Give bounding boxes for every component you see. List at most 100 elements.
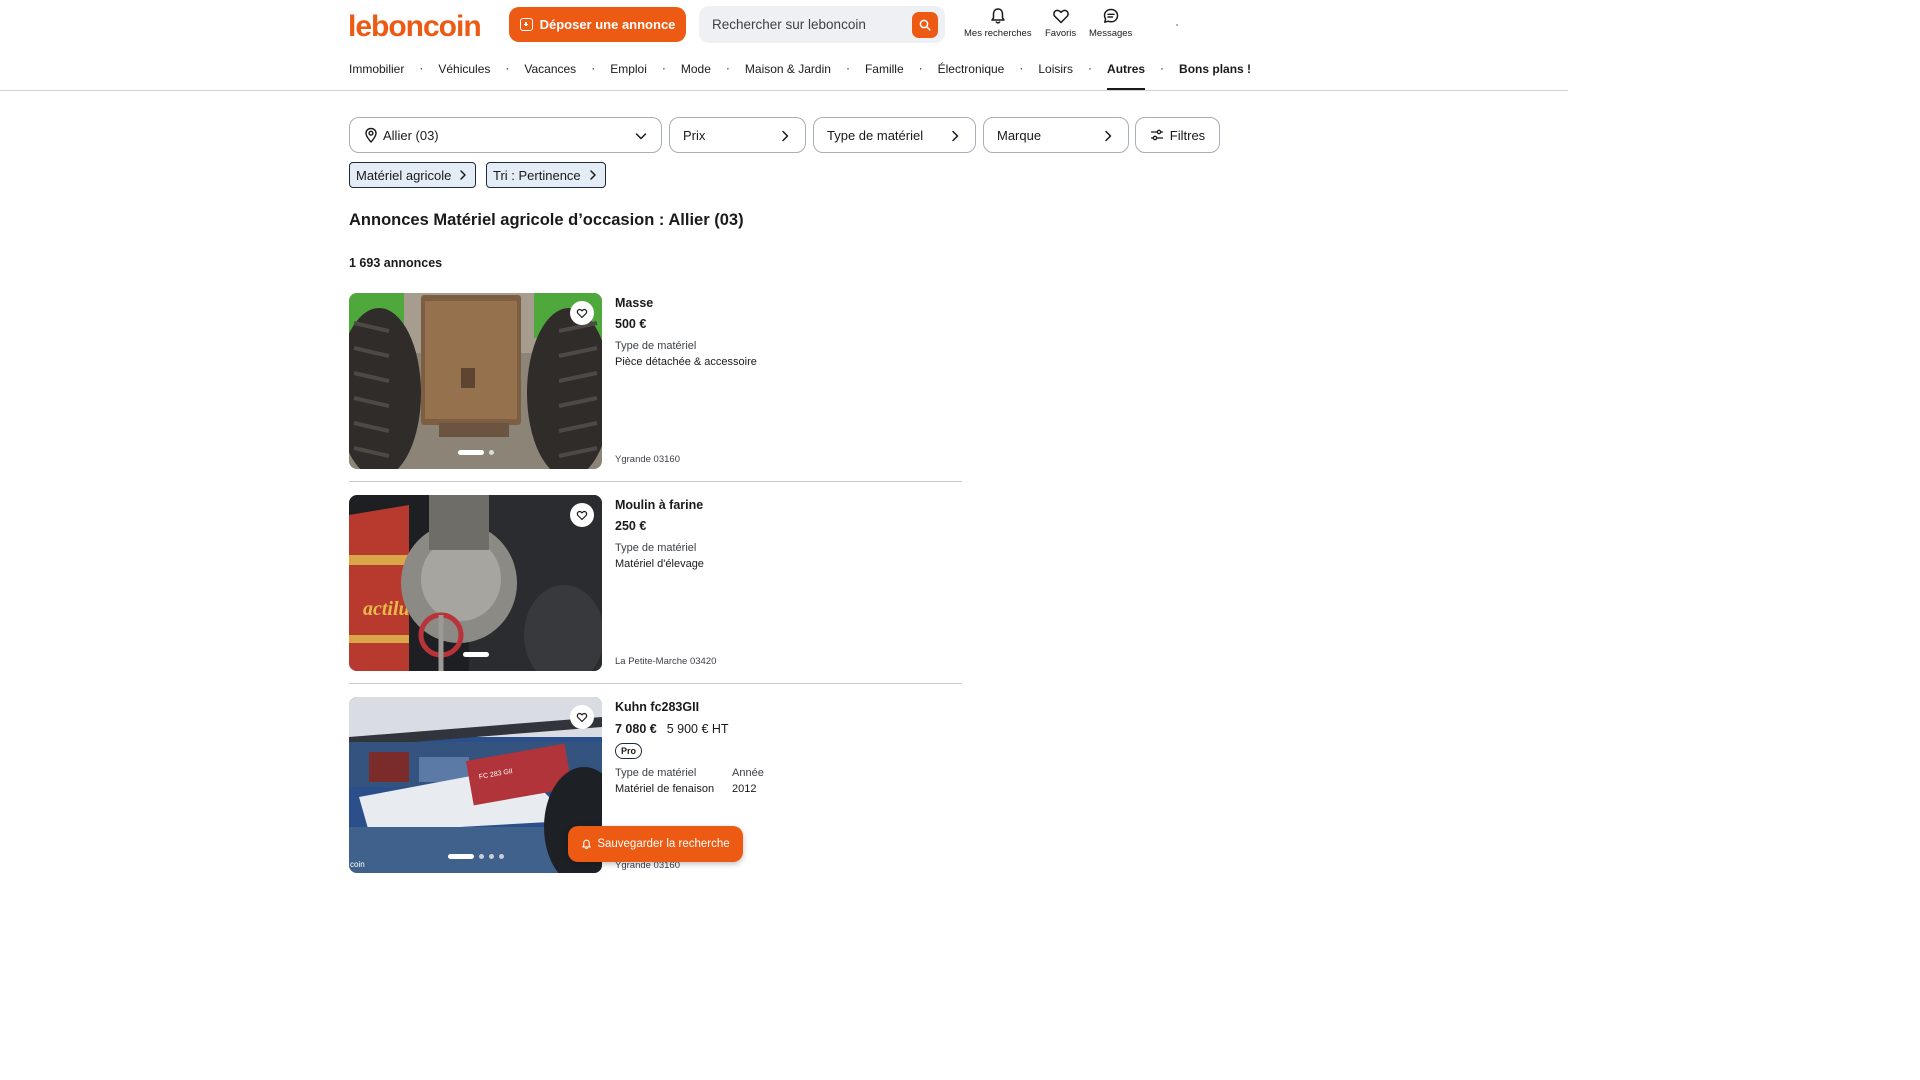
account-placeholder (1176, 24, 1178, 26)
bell-icon (582, 839, 592, 849)
messages-label: Messages (1089, 28, 1133, 39)
more-filters-button[interactable]: Filtres (1135, 117, 1220, 153)
attribute-key: Type de matériel (615, 767, 697, 779)
type-filter[interactable]: Type de matériel (813, 117, 976, 153)
favorite-button[interactable] (570, 503, 594, 527)
price-filter-label: Prix (683, 127, 706, 143)
deposit-ad-label: Déposer une annonce (539, 17, 676, 32)
listing-title[interactable]: Masse (615, 296, 653, 310)
heart-icon (576, 308, 588, 319)
attribute-key: Type de matériel (615, 542, 697, 554)
separator: · (591, 61, 596, 75)
listing-price: 7 080 € (615, 722, 657, 736)
attribute-value: Matériel d'élevage (615, 558, 704, 570)
svg-text:coin: coin (350, 860, 365, 869)
photo-pagination (349, 854, 602, 859)
site-header: leboncoin Déposer une annonce Mes recher… (0, 0, 1568, 91)
heart-icon (1052, 9, 1069, 24)
chat-icon (1103, 8, 1118, 23)
heart-icon (576, 712, 588, 723)
category-immobilier[interactable]: Immobilier (349, 62, 404, 90)
my-searches-link[interactable]: Mes recherches (964, 7, 1032, 39)
listing-price-group: 7 080 € 5 900 € HT (615, 722, 729, 736)
svg-text:actilu: actilu (363, 598, 410, 620)
attribute-key: Type de matériel (615, 340, 697, 352)
chevron-right-icon (782, 130, 789, 142)
listing-price-ht: 5 900 € HT (666, 722, 729, 736)
sort-chip-label: Tri : Pertinence (493, 167, 581, 183)
heart-icon (576, 510, 588, 521)
listing-location: Ygrande 03160 (615, 454, 680, 465)
separator: · (419, 61, 424, 75)
separator: · (918, 61, 923, 75)
listing-photo[interactable]: FC 283 GII coin (349, 697, 602, 873)
separator: · (505, 61, 510, 75)
separator: · (1160, 61, 1165, 75)
listing-card[interactable]: actilu Moulin à farine 250 € Type de mat… (349, 495, 962, 671)
separator: · (1088, 61, 1093, 75)
plus-square-icon (519, 18, 533, 31)
results-count: 1 693 annonces (349, 256, 443, 270)
location-filter[interactable]: Allier (03) (349, 117, 662, 153)
photo-dot (457, 450, 484, 455)
category-famille[interactable]: Famille (865, 62, 904, 90)
more-filters-label: Filtres (1169, 127, 1206, 143)
photo-dot (478, 854, 484, 859)
category-loisirs[interactable]: Loisirs (1038, 62, 1073, 90)
attribute-value: 2012 (732, 783, 757, 795)
listing-info: Masse 500 € Type de matériel Pièce détac… (615, 293, 955, 469)
attribute-value: Pièce détachée & accessoire (615, 356, 757, 368)
category-maison-jardin[interactable]: Maison & Jardin (745, 62, 831, 90)
search-input[interactable] (712, 6, 902, 43)
favorites-label: Favoris (1045, 28, 1077, 39)
separator: · (1019, 61, 1024, 75)
brand-filter-label: Marque (997, 127, 1042, 143)
listing-title[interactable]: Kuhn fc283GII (615, 700, 699, 714)
chevron-down-icon (635, 133, 647, 140)
favorite-button[interactable] (570, 705, 594, 729)
leboncoin-logo[interactable]: leboncoin (348, 10, 482, 44)
location-pin-icon (365, 127, 377, 143)
listing-attribute: Type de matériel Matériel d'élevage (615, 540, 704, 572)
category-chip-label: Matériel agricole (356, 167, 452, 183)
deposit-ad-button[interactable]: Déposer une annonce (509, 7, 686, 42)
divider (349, 481, 962, 482)
category-emploi[interactable]: Emploi (610, 62, 647, 90)
category-vacances[interactable]: Vacances (524, 62, 576, 90)
separator: · (845, 61, 850, 75)
listing-title[interactable]: Moulin à farine (615, 498, 703, 512)
favorites-link[interactable]: Favoris (1045, 7, 1076, 39)
listing-photo[interactable] (349, 293, 602, 469)
listing-card[interactable]: Masse 500 € Type de matériel Pièce détac… (349, 293, 962, 469)
listing-attribute: Type de matériel Matériel de fenaison (615, 765, 714, 797)
search-icon (919, 19, 931, 31)
chevron-right-icon (460, 170, 467, 180)
attribute-value: Matériel de fenaison (615, 783, 715, 795)
photo-dot (462, 652, 489, 657)
save-search-button[interactable]: Sauvegarder la recherche (568, 826, 743, 862)
chevron-right-icon (952, 130, 959, 142)
favorite-button[interactable] (570, 301, 594, 325)
category-mode[interactable]: Mode (681, 62, 711, 90)
sliders-icon (1150, 129, 1163, 141)
category-bons-plans[interactable]: Bons plans ! (1179, 62, 1251, 90)
chevron-right-icon (1105, 130, 1112, 142)
search-bar (699, 6, 945, 43)
brand-filter[interactable]: Marque (983, 117, 1129, 153)
listing-price: 250 € (615, 519, 647, 533)
page-title: Annonces Matériel agricole d’occasion : … (349, 211, 744, 229)
messages-link[interactable]: Messages (1089, 7, 1132, 39)
listing-price: 500 € (615, 317, 647, 331)
type-filter-label: Type de matériel (827, 127, 924, 143)
photo-dot (447, 854, 474, 859)
save-search-label: Sauvegarder la recherche (597, 838, 730, 850)
search-button[interactable] (912, 12, 938, 38)
category-chip[interactable]: Matériel agricole (349, 162, 477, 188)
sort-chip[interactable]: Tri : Pertinence (486, 162, 606, 188)
category-vehicules[interactable]: Véhicules (438, 62, 490, 90)
mower-photo: FC 283 GII coin (349, 697, 602, 873)
price-filter[interactable]: Prix (669, 117, 806, 153)
category-autres[interactable]: Autres (1107, 62, 1146, 90)
category-electronique[interactable]: Électronique (938, 62, 1005, 90)
listing-photo[interactable]: actilu (349, 495, 602, 671)
